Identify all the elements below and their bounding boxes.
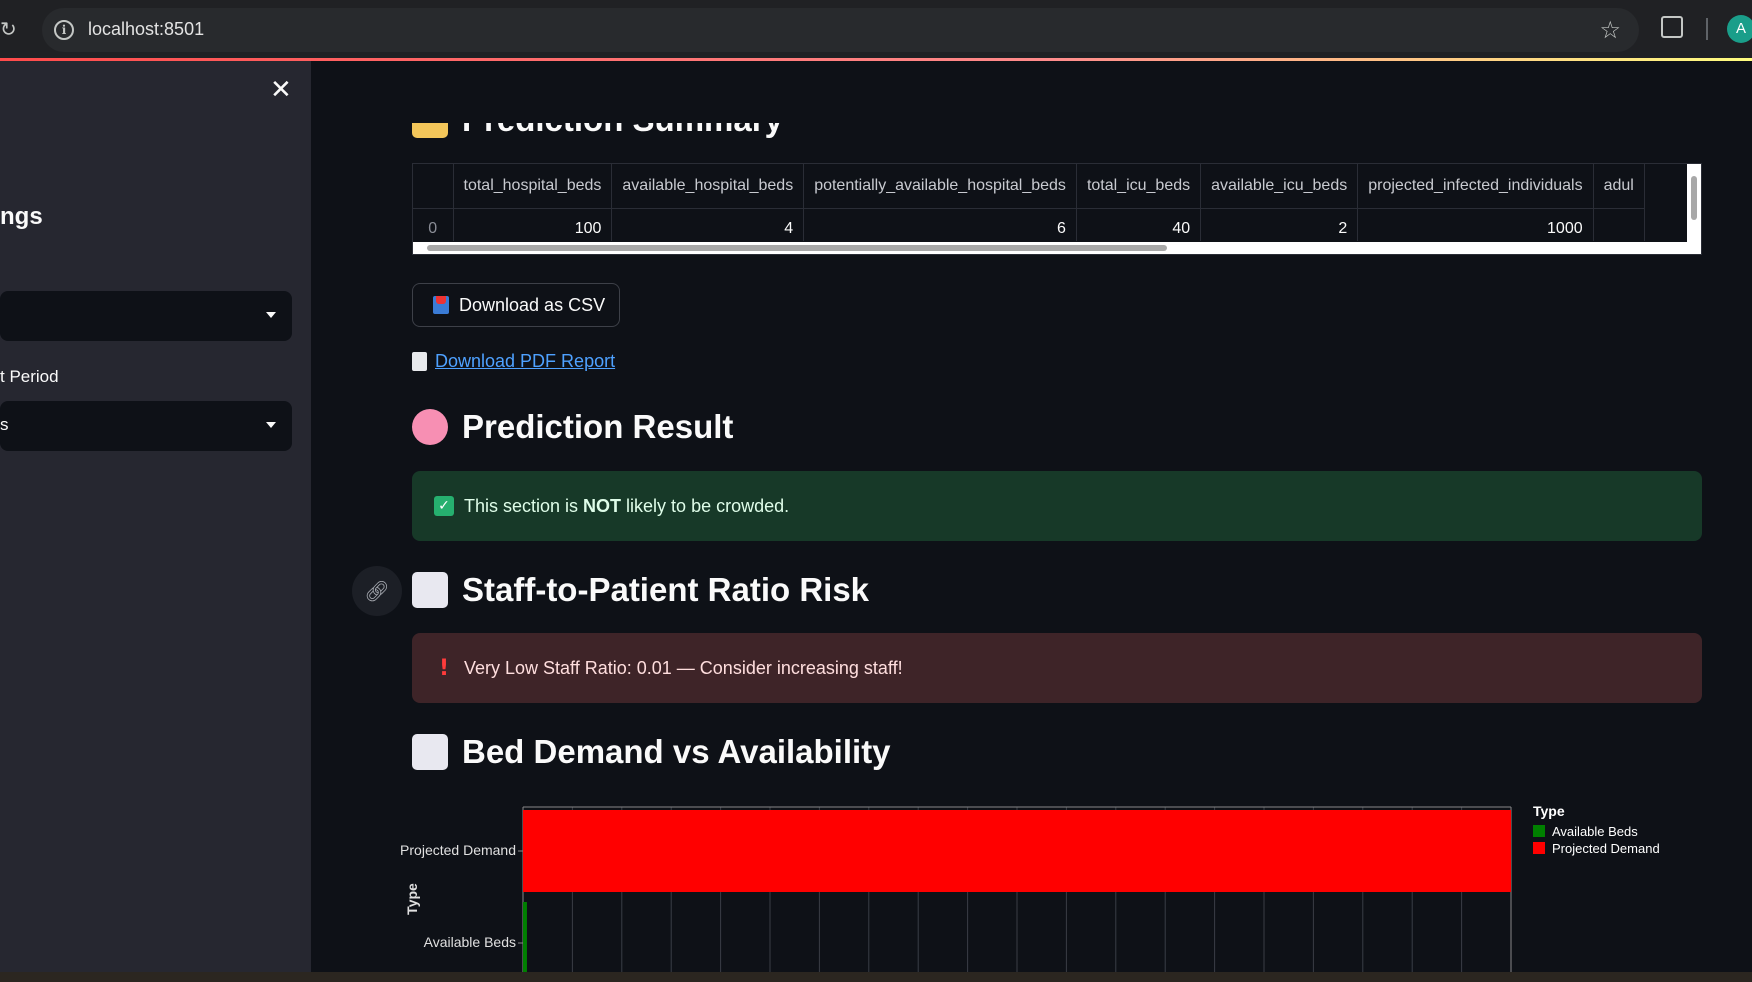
clipboard-icon bbox=[412, 123, 448, 138]
staff-ratio-title: Staff-to-Patient Ratio Risk bbox=[462, 571, 870, 608]
download-csv-button[interactable]: Download as CSV bbox=[412, 283, 620, 327]
legend-label: Projected Demand bbox=[1552, 841, 1660, 856]
horizontal-scrollbar[interactable] bbox=[413, 242, 1701, 254]
extensions-icon[interactable] bbox=[1661, 16, 1683, 38]
column-header[interactable]: adul bbox=[1593, 164, 1645, 209]
prediction-result-heading: Prediction Result bbox=[412, 408, 733, 446]
close-sidebar-icon[interactable]: ✕ bbox=[270, 77, 292, 103]
address-bar[interactable]: i localhost:8501 ☆ bbox=[42, 8, 1639, 52]
download-pdf-link[interactable]: Download PDF Report bbox=[412, 351, 615, 372]
url-text[interactable]: localhost:8501 bbox=[88, 19, 204, 40]
bed-demand-chart: Projected Demand Available Beds Type Type Av… bbox=[400, 801, 1750, 982]
y-tick-label: Projected Demand bbox=[400, 842, 516, 858]
y-axis-title: Type bbox=[404, 883, 420, 915]
legend-swatch bbox=[1533, 842, 1545, 854]
row-index[interactable]: 0 bbox=[413, 208, 454, 241]
bar-available-beds bbox=[523, 902, 527, 982]
main-content: Prediction Summary total_hospital_beds av… bbox=[311, 61, 1752, 982]
vertical-scrollbar[interactable] bbox=[1687, 164, 1701, 244]
bed-demand-heading: Bed Demand vs Availability bbox=[412, 733, 891, 771]
chevron-down-icon bbox=[266, 312, 276, 318]
inbox-tray-icon bbox=[433, 296, 449, 314]
sidebar-select-2[interactable]: s bbox=[0, 401, 292, 451]
os-taskbar bbox=[0, 972, 1752, 982]
table-cell[interactable]: 2 bbox=[1200, 208, 1359, 241]
check-mark-icon: ✓ bbox=[434, 496, 454, 516]
link-anchor-icon[interactable]: 🔗︎ bbox=[352, 566, 402, 616]
staff-ratio-message: Very Low Staff Ratio: 0.01 — Consider in… bbox=[464, 657, 903, 678]
profile-avatar[interactable]: A bbox=[1727, 15, 1752, 43]
prediction-success-alert: ✓ This section is NOT likely to be crowd… bbox=[412, 471, 1702, 541]
table-cell[interactable]: 4 bbox=[611, 208, 805, 241]
reload-icon[interactable]: ↻ bbox=[0, 14, 20, 44]
prediction-result-title: Prediction Result bbox=[462, 408, 734, 445]
table-cell[interactable]: 6 bbox=[803, 208, 1077, 241]
summary-dataframe[interactable]: total_hospital_beds available_hospital_be… bbox=[412, 163, 1702, 255]
legend-label: Available Beds bbox=[1552, 824, 1638, 839]
browser-toolbar: ↻ i localhost:8501 ☆ A bbox=[0, 0, 1752, 60]
column-header[interactable]: potentially_available_hospital_beds bbox=[803, 164, 1077, 209]
table-cell[interactable]: 1000 bbox=[1357, 208, 1594, 241]
prediction-summary-title: Prediction Summary bbox=[462, 101, 783, 138]
legend-swatch bbox=[1533, 825, 1545, 837]
column-header[interactable]: total_hospital_beds bbox=[453, 164, 613, 209]
index-header[interactable] bbox=[413, 164, 454, 209]
staff-ratio-error-alert: ! Very Low Staff Ratio: 0.01 — Consider … bbox=[412, 633, 1702, 703]
bar-projected-demand bbox=[523, 810, 1511, 892]
site-info-icon[interactable]: i bbox=[54, 20, 74, 40]
prediction-message: This section is NOT likely to be crowded… bbox=[464, 495, 790, 516]
chart-svg: Projected Demand Available Beds Type Type Av… bbox=[400, 803, 1660, 982]
sidebar-period-label: t Period bbox=[0, 367, 59, 386]
bed-demand-title: Bed Demand vs Availability bbox=[462, 733, 891, 770]
staff-ratio-heading: Staff-to-Patient Ratio Risk bbox=[412, 571, 869, 609]
sidebar-select-1[interactable] bbox=[0, 291, 292, 341]
download-pdf-label: Download PDF Report bbox=[435, 351, 616, 371]
chevron-down-icon bbox=[266, 422, 276, 428]
brain-icon bbox=[412, 409, 448, 445]
sidebar-heading: ngs bbox=[0, 203, 43, 230]
exclamation-icon: ! bbox=[438, 655, 450, 681]
table-cell[interactable] bbox=[1593, 208, 1645, 241]
column-header[interactable]: projected_infected_individuals bbox=[1357, 164, 1594, 209]
toolbar-divider bbox=[1706, 18, 1708, 40]
download-csv-label: Download as CSV bbox=[459, 294, 606, 315]
chart-decreasing-icon bbox=[412, 572, 448, 608]
table-row: 0 100 4 6 40 2 1000 bbox=[413, 208, 1645, 241]
table-cell[interactable]: 40 bbox=[1076, 208, 1202, 241]
bookmark-star-icon[interactable]: ☆ bbox=[1599, 16, 1621, 44]
document-icon bbox=[412, 352, 427, 371]
column-header[interactable]: total_icu_beds bbox=[1076, 164, 1202, 209]
table-cell[interactable]: 100 bbox=[453, 208, 613, 241]
sidebar: ✕ ngs t Period s bbox=[0, 61, 311, 982]
prediction-summary-heading: Prediction Summary bbox=[412, 101, 783, 139]
bar-chart-icon bbox=[412, 734, 448, 770]
column-header[interactable]: available_icu_beds bbox=[1200, 164, 1359, 209]
legend-title: Type bbox=[1533, 803, 1565, 819]
y-tick-label: Available Beds bbox=[424, 934, 516, 950]
sidebar-select-2-value: s bbox=[0, 415, 9, 434]
column-header[interactable]: available_hospital_beds bbox=[611, 164, 805, 209]
